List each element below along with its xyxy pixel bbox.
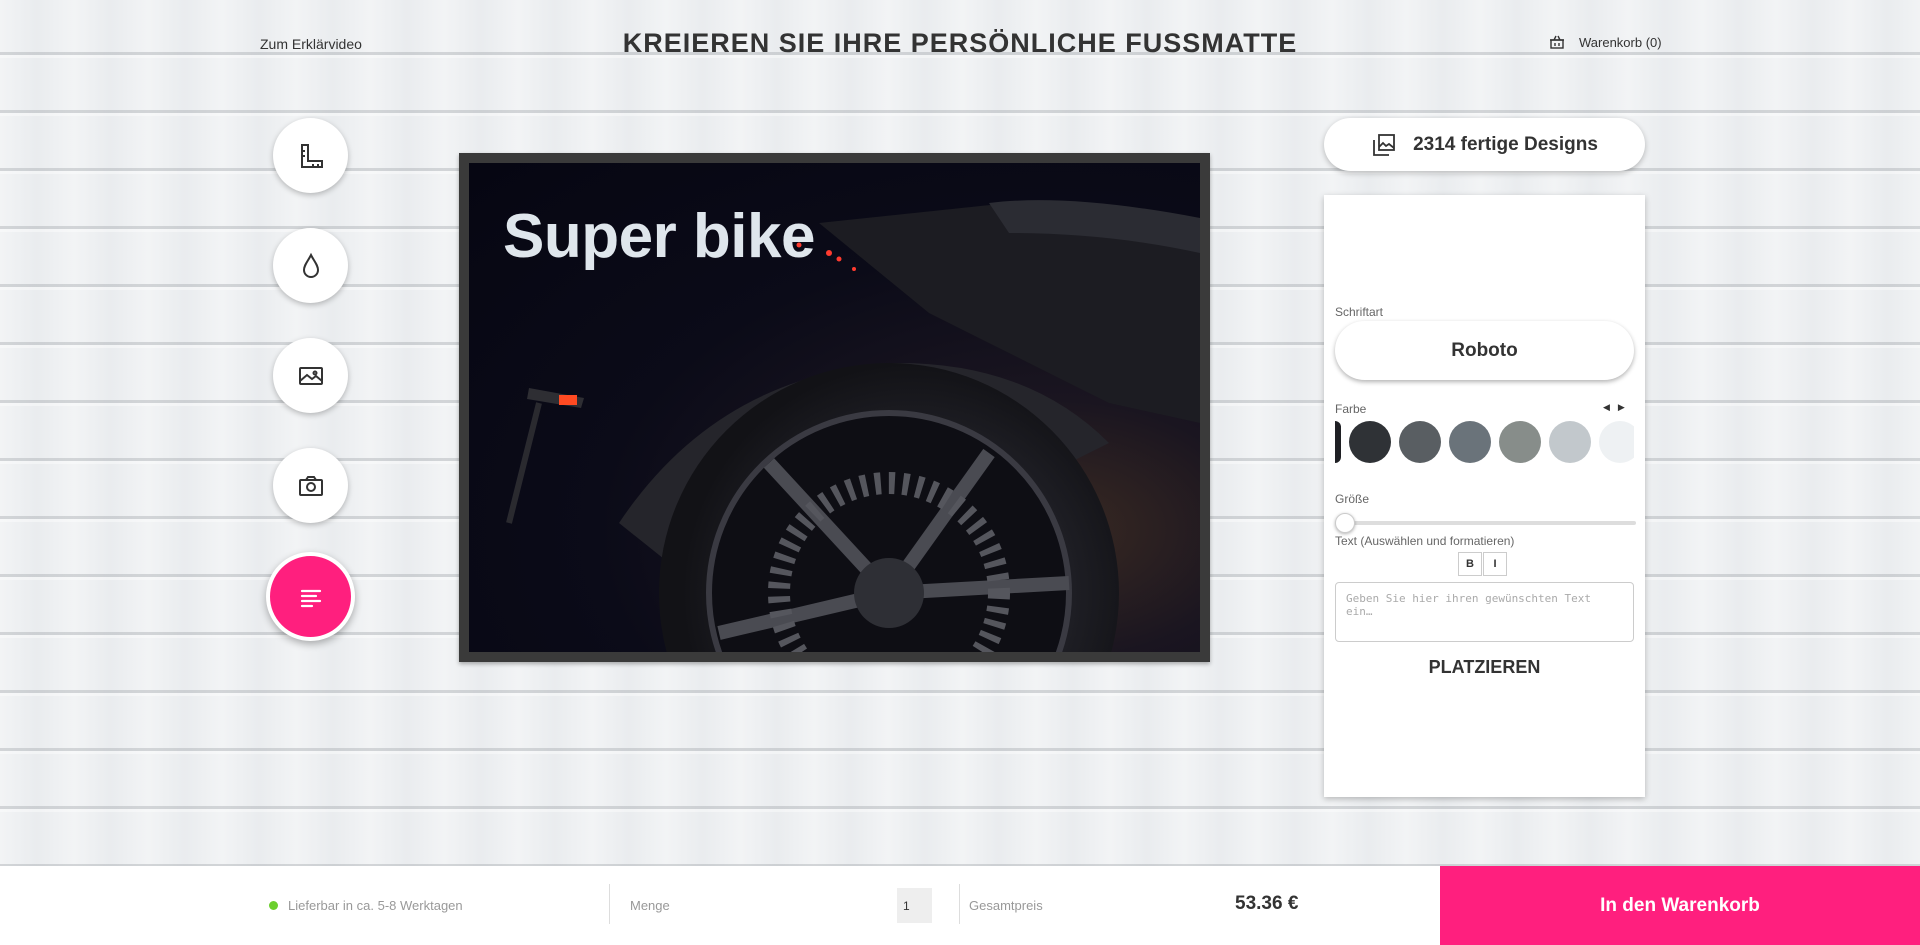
font-label: Schriftart xyxy=(1335,305,1384,319)
italic-button[interactable]: I xyxy=(1483,552,1507,576)
quantity-input[interactable] xyxy=(897,888,932,923)
delivery-text: Lieferbar in ca. 5-8 Werktagen xyxy=(288,898,463,913)
total-price-value: 53.36 € xyxy=(1235,893,1299,914)
text-tool-button[interactable] xyxy=(266,552,355,641)
color-swatch[interactable] xyxy=(1549,421,1591,463)
format-buttons: B I xyxy=(1458,552,1507,576)
drop-icon xyxy=(302,252,319,278)
text-align-icon xyxy=(300,589,321,607)
ready-designs-label: 2314 fertige Designs xyxy=(1413,133,1598,155)
size-label: Größe xyxy=(1335,492,1370,506)
gallery-icon xyxy=(1373,133,1395,156)
color-swatches xyxy=(1335,419,1634,465)
color-tool-button[interactable] xyxy=(273,228,348,303)
divider xyxy=(959,884,960,924)
footer-bar: Lieferbar in ca. 5-8 Werktagen Menge Ges… xyxy=(0,866,1920,945)
add-to-cart-button[interactable]: In den Warenkorb xyxy=(1440,866,1920,945)
color-swatch[interactable] xyxy=(1449,421,1491,463)
text-label: Text (Auswählen und formatieren) xyxy=(1335,534,1515,548)
ready-designs-button[interactable]: 2314 fertige Designs xyxy=(1324,118,1645,171)
mat-image: Super bike xyxy=(469,163,1200,652)
bold-button[interactable]: B xyxy=(1458,552,1482,576)
delivery-status: Lieferbar in ca. 5-8 Werktagen xyxy=(269,898,463,913)
cart-label: Warenkorb (0) xyxy=(1579,34,1662,50)
color-swatch[interactable] xyxy=(1399,421,1441,463)
total-price-label: Gesamtpreis xyxy=(969,898,1043,913)
basket-icon xyxy=(1550,35,1564,49)
color-next-icon[interactable]: ▶ xyxy=(1618,402,1625,413)
color-label: Farbe xyxy=(1335,402,1367,416)
availability-dot-icon xyxy=(269,901,278,910)
font-select[interactable]: Roboto xyxy=(1335,321,1634,380)
mat-text[interactable]: Super bike xyxy=(503,201,816,272)
color-pager: ◀ ▶ xyxy=(1603,402,1625,413)
quantity-label: Menge xyxy=(630,898,670,913)
ruler-icon xyxy=(300,143,323,168)
place-button[interactable]: PLATZIEREN xyxy=(1324,657,1645,678)
cart-link[interactable]: Warenkorb (0) xyxy=(1549,34,1662,50)
image-icon xyxy=(298,366,323,385)
color-swatch[interactable] xyxy=(1349,421,1391,463)
photo-upload-button[interactable] xyxy=(273,448,348,523)
text-settings-panel: Schriftart Roboto Farbe ◀ ▶ Größe Text (… xyxy=(1324,195,1645,797)
color-prev-icon[interactable]: ◀ xyxy=(1603,402,1610,413)
size-slider-handle[interactable] xyxy=(1335,513,1355,533)
size-tool-button[interactable] xyxy=(273,118,348,193)
text-input[interactable] xyxy=(1335,582,1634,642)
camera-icon xyxy=(298,475,323,496)
size-slider[interactable] xyxy=(1335,513,1636,533)
color-swatch[interactable] xyxy=(1335,421,1341,463)
divider xyxy=(609,884,610,924)
color-swatch[interactable] xyxy=(1499,421,1541,463)
color-swatch[interactable] xyxy=(1599,421,1634,463)
image-tool-button[interactable] xyxy=(273,338,348,413)
doormat-preview: Super bike xyxy=(459,153,1210,662)
